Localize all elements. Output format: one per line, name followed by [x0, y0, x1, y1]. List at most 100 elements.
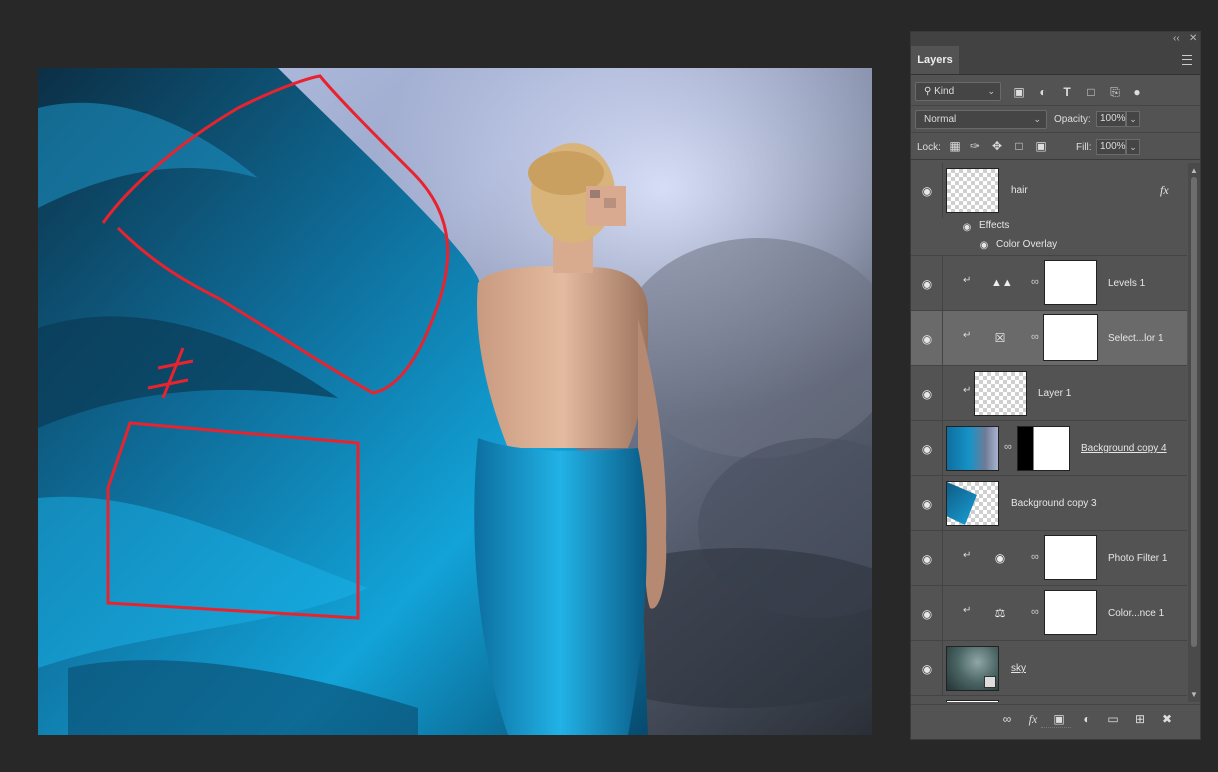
- layer-row-hair[interactable]: ◉ hair fx ◉ Effects ◉ Color Overlay: [911, 163, 1187, 256]
- camera-icon: ◉: [994, 551, 1006, 565]
- scrollbar-thumb[interactable]: [1191, 177, 1197, 647]
- opacity-dropdown-icon[interactable]: ⌄: [1126, 111, 1140, 127]
- new-layer-icon[interactable]: ⊞: [1132, 711, 1148, 727]
- scroll-down-icon[interactable]: ▼: [1188, 690, 1200, 699]
- layer-mask-thumbnail: [1044, 590, 1097, 635]
- lock-artboard-icon[interactable]: □: [1011, 138, 1027, 154]
- layer-name[interactable]: Layer 1: [1038, 388, 1071, 399]
- mask-link-icon[interactable]: ∞: [1031, 331, 1039, 343]
- link-layers-icon[interactable]: ∞: [999, 711, 1015, 727]
- layer-name[interactable]: Select...lor 1: [1108, 333, 1164, 344]
- layer-row-photo-filter[interactable]: ◉ ↵ ◉ ∞ Photo Filter 1: [911, 531, 1187, 586]
- balance-scale-icon: ⚖: [994, 606, 1006, 620]
- mask-link-icon[interactable]: ∞: [1031, 551, 1039, 563]
- eye-icon[interactable]: ◉: [920, 607, 934, 621]
- lock-transparent-icon[interactable]: ▦: [947, 138, 963, 154]
- layer-name[interactable]: Background copy 3: [1011, 498, 1097, 509]
- color-overlay-eye-icon[interactable]: ◉: [977, 239, 991, 253]
- filter-toggle-icon[interactable]: ●: [1129, 84, 1145, 100]
- fill-label: Fill:: [1076, 142, 1092, 153]
- new-adjustment-icon[interactable]: ◐: [1079, 711, 1095, 727]
- delete-layer-icon[interactable]: ✖: [1159, 711, 1175, 727]
- document-canvas[interactable]: [38, 68, 872, 735]
- clip-arrow-icon: ↵: [963, 550, 972, 561]
- levels-adjustment-icon: ▲▲: [991, 277, 1013, 289]
- layer-name[interactable]: Photo Filter 1: [1108, 553, 1167, 564]
- scroll-up-icon[interactable]: ▲: [1188, 166, 1200, 175]
- eye-icon[interactable]: ◉: [920, 497, 934, 511]
- effects-label: Effects: [979, 220, 1010, 231]
- eye-icon[interactable]: ◉: [920, 552, 934, 566]
- blend-mode-select[interactable]: Normal ⌄: [915, 110, 1047, 129]
- layer-mask-thumbnail: [1043, 314, 1098, 361]
- fill-input[interactable]: 100%: [1096, 139, 1126, 155]
- opacity-input[interactable]: 100%: [1096, 111, 1126, 127]
- add-mask-icon[interactable]: ▣: [1051, 711, 1067, 727]
- layer-row-levels[interactable]: ◉ ↵ ▲▲ ∞ Levels 1: [911, 256, 1187, 311]
- layer-name[interactable]: Color...nce 1: [1108, 608, 1164, 619]
- layer-row-color-balance[interactable]: ◉ ↵ ⚖ ∞ Color...nce 1: [911, 586, 1187, 641]
- panel-resize-grip[interactable]: [1041, 727, 1071, 731]
- clip-arrow-icon: ↵: [963, 385, 972, 396]
- lock-image-icon[interactable]: ✑: [967, 138, 983, 154]
- layer-name[interactable]: Background copy 4: [1081, 443, 1167, 454]
- fx-icon[interactable]: fx: [1025, 711, 1041, 727]
- layer-mask-thumbnail: [1044, 260, 1097, 305]
- clip-arrow-icon: ↵: [963, 275, 972, 286]
- eye-icon[interactable]: ◉: [920, 184, 934, 198]
- mask-link-icon[interactable]: ∞: [1031, 606, 1039, 618]
- eye-icon[interactable]: ◉: [920, 662, 934, 676]
- eye-icon[interactable]: ◉: [920, 277, 934, 291]
- type-filter-icon[interactable]: T: [1059, 84, 1075, 100]
- effects-eye-icon[interactable]: ◉: [960, 221, 974, 235]
- image-filter-icon[interactable]: ▣: [1011, 84, 1027, 100]
- fx-badge-icon[interactable]: fx: [1160, 183, 1169, 198]
- panel-tab-row: Layers: [911, 46, 1200, 75]
- lock-label: Lock:: [917, 142, 941, 153]
- layer-row-partial: [911, 696, 1187, 702]
- layer-thumbnail: [974, 371, 1027, 416]
- layers-scrollbar[interactable]: ▲ ▼: [1188, 163, 1200, 702]
- layer-name[interactable]: sky: [1011, 663, 1026, 674]
- shape-filter-icon[interactable]: □: [1083, 84, 1099, 100]
- photo-artwork: [38, 68, 872, 735]
- layer-thumbnail: [946, 168, 999, 213]
- lock-position-icon[interactable]: ✥: [989, 138, 1005, 154]
- layer-mask-thumbnail: [1044, 535, 1097, 580]
- layer-thumbnail: [946, 646, 999, 691]
- mask-link-icon[interactable]: ∞: [1031, 276, 1039, 288]
- lock-all-icon[interactable]: ▣: [1033, 138, 1049, 154]
- filter-kind-select[interactable]: ⚲ Kind ⌄: [915, 82, 1001, 101]
- smart-object-filter-icon[interactable]: ⎘: [1107, 84, 1123, 100]
- layer-name[interactable]: hair: [1011, 185, 1028, 196]
- fill-dropdown-icon[interactable]: ⌄: [1126, 139, 1140, 155]
- layer-name[interactable]: Levels 1: [1108, 278, 1145, 289]
- eye-icon[interactable]: ◉: [920, 442, 934, 456]
- layer-mask-thumbnail: [1017, 426, 1070, 471]
- layer-row-background-copy-3[interactable]: ◉ Background copy 3: [911, 476, 1187, 531]
- opacity-label: Opacity:: [1054, 114, 1091, 125]
- layer-row-layer1[interactable]: ◉ ↵ Layer 1: [911, 366, 1187, 421]
- clip-arrow-icon: ↵: [963, 605, 972, 616]
- layer-thumbnail: [946, 700, 999, 702]
- filter-kind-label: Kind: [934, 86, 955, 97]
- chevron-down-icon: ⌄: [1033, 114, 1041, 124]
- layer-row-selective-color[interactable]: ◉ ↵ ☒ ∞ Select...lor 1: [911, 311, 1187, 366]
- eye-icon[interactable]: ◉: [920, 387, 934, 401]
- new-group-icon[interactable]: ▭: [1105, 711, 1121, 727]
- tab-layers[interactable]: Layers: [911, 46, 959, 74]
- layer-row-background-copy-4[interactable]: ◉ ∞ Background copy 4: [911, 421, 1187, 476]
- blend-row: Normal ⌄ Opacity: 100% ⌄: [911, 106, 1200, 133]
- layer-row-sky[interactable]: ◉ sky: [911, 641, 1187, 696]
- close-panel-button[interactable]: ✕: [1189, 33, 1197, 45]
- adjustment-filter-icon[interactable]: ◐: [1035, 84, 1051, 100]
- panel-menu-icon[interactable]: [1182, 55, 1192, 65]
- panel-title-bar: ‹‹ ✕: [911, 32, 1200, 46]
- search-icon: ⚲: [924, 86, 932, 97]
- mask-link-icon[interactable]: ∞: [1004, 441, 1012, 453]
- blend-mode-value: Normal: [924, 114, 957, 125]
- eye-icon[interactable]: ◉: [920, 332, 934, 346]
- collapse-panel-button[interactable]: ‹‹: [1173, 33, 1180, 45]
- lock-row: Lock: ▦ ✑ ✥ □ ▣ Fill: 100% ⌄: [911, 133, 1200, 160]
- effect-color-overlay[interactable]: Color Overlay: [996, 239, 1057, 250]
